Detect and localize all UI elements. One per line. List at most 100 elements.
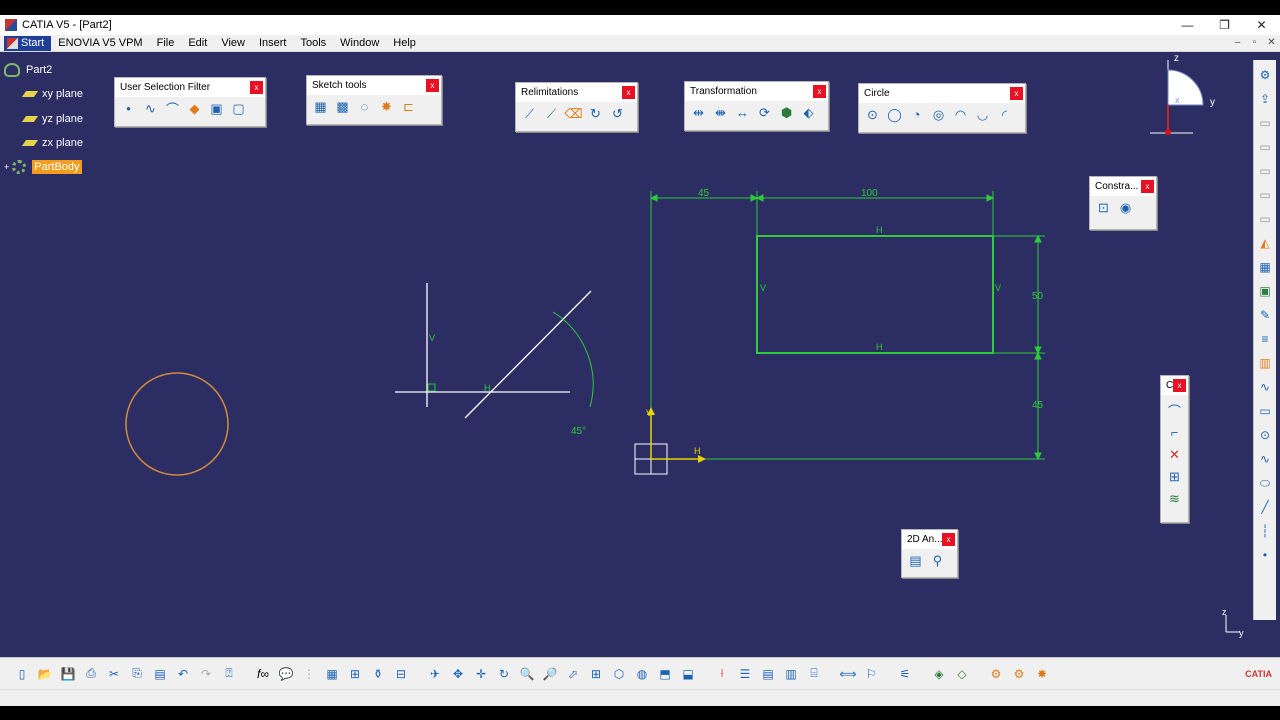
line-icon[interactable]: ╱ <box>1255 496 1275 518</box>
spline-icon[interactable]: ∿ <box>1255 448 1275 470</box>
tree-item-yz-plane[interactable]: yz plane <box>21 113 83 125</box>
circle-using-coordinates-icon[interactable]: ◔ <box>907 105 926 124</box>
fly-mode-icon[interactable]: ✈ <box>425 664 445 684</box>
construction-element-icon[interactable]: ◌ <box>355 97 374 116</box>
close-icon[interactable]: x <box>1173 379 1186 392</box>
sketch-plane-icon[interactable]: ▭ <box>1255 160 1275 182</box>
point-icon[interactable]: • <box>1255 544 1275 566</box>
volume-filter-icon[interactable]: ◆ <box>185 99 204 118</box>
normal-view-axis-icon[interactable]: ⟊ <box>712 664 732 684</box>
offset-icon[interactable]: ⬖ <box>799 103 818 122</box>
three-point-arc-icon[interactable]: ◠ <box>951 105 970 124</box>
symmetry-icon[interactable]: ⇼ <box>711 103 730 122</box>
workbench-icon[interactable]: ⚙ <box>1255 64 1275 86</box>
output-feature-icon[interactable]: ▭ <box>1255 184 1275 206</box>
sketch-icon[interactable]: ▭ <box>1255 112 1275 134</box>
visualization-icon[interactable]: ≡ <box>1255 328 1275 350</box>
tree-root[interactable]: Part2 <box>4 63 52 77</box>
feature-element-icon[interactable]: ▣ <box>207 99 226 118</box>
sketcher-list-icon[interactable]: ☰ <box>735 664 755 684</box>
close-icon[interactable]: x <box>942 533 955 546</box>
profile-feature-icon[interactable]: ▭ <box>1255 208 1275 230</box>
rectangle-icon[interactable]: ▭ <box>1255 400 1275 422</box>
three-point-arc-limits-icon[interactable]: ◡ <box>973 105 992 124</box>
swap-visible-space-icon[interactable]: ⬓ <box>678 664 698 684</box>
surface-filter-icon[interactable]: ⌒ <box>163 99 182 118</box>
circle-tool-icon[interactable]: ⊙ <box>1255 424 1275 446</box>
exit-workbench-icon[interactable]: ⇪ <box>1255 88 1275 110</box>
constraint-icon[interactable]: ◉ <box>1116 198 1135 217</box>
curve-filter-icon[interactable]: ∿ <box>141 99 160 118</box>
scale-icon[interactable]: ⬢ <box>777 103 796 122</box>
comment-icon[interactable]: 💬 <box>276 664 296 684</box>
arc-icon[interactable]: ◜ <box>995 105 1014 124</box>
law-icon[interactable]: ⚱ <box>368 664 388 684</box>
complement-icon[interactable]: ↺ <box>608 104 627 123</box>
print-icon[interactable]: ⎙ <box>81 664 101 684</box>
sketch-circle[interactable] <box>125 372 229 476</box>
close-icon[interactable]: x <box>1141 180 1154 193</box>
positioned-sketch-icon[interactable]: ▭ <box>1255 136 1275 158</box>
close-icon[interactable]: x <box>622 86 635 99</box>
quick-trim-icon[interactable]: ⌫ <box>564 104 583 123</box>
circle-icon[interactable]: ⊙ <box>863 105 882 124</box>
dimensional-constraints-icon[interactable]: ⊏ <box>399 97 418 116</box>
measure-item-icon[interactable]: ⚐ <box>861 664 881 684</box>
distance-icon[interactable]: ⟺ <box>838 664 858 684</box>
multi-view-icon[interactable]: ⊞ <box>586 664 606 684</box>
layer-icon[interactable]: ◈ <box>929 664 949 684</box>
fit-all-icon[interactable]: ✥ <box>448 664 468 684</box>
measure-icon[interactable]: ⌸ <box>804 664 824 684</box>
expand-icon[interactable]: + <box>4 162 9 172</box>
mirror-icon[interactable]: ⇹ <box>689 103 708 122</box>
angle-dimension[interactable]: 45° <box>571 426 586 437</box>
save-icon[interactable]: 💾 <box>58 664 78 684</box>
copy-icon[interactable]: ⎘ <box>127 664 147 684</box>
snap-to-point-icon[interactable]: ▩ <box>333 97 352 116</box>
geometry-element-icon[interactable]: ▢ <box>229 99 248 118</box>
geometric-constraints-icon[interactable]: ✸ <box>377 97 396 116</box>
close-arc-icon[interactable]: ↻ <box>586 104 605 123</box>
constraints-dialog-icon[interactable]: ⊡ <box>1094 198 1113 217</box>
paste-icon[interactable]: ▤ <box>150 664 170 684</box>
close-icon[interactable]: x <box>426 79 439 92</box>
silhouette-icon[interactable]: ≋ <box>1165 489 1184 508</box>
catalog-icon[interactable]: ⊞ <box>345 664 365 684</box>
close-icon[interactable]: x <box>250 81 263 94</box>
axis-icon[interactable]: ┆ <box>1255 520 1275 542</box>
point-filter-icon[interactable]: • <box>119 99 138 118</box>
macro-icon[interactable]: ⊟ <box>391 664 411 684</box>
tree-item-xy-plane[interactable]: xy plane <box>21 88 83 100</box>
shading-icon[interactable]: ◍ <box>632 664 652 684</box>
sketch-analysis-icon[interactable]: ▤ <box>906 551 925 570</box>
formula-icon[interactable]: f∞ <box>253 664 273 684</box>
sketch-rectangle[interactable] <box>756 235 994 354</box>
trim-icon[interactable]: ⟋ <box>542 104 561 123</box>
dimensions-toggle-icon[interactable]: ✸ <box>1032 664 1052 684</box>
rotate-view-icon[interactable]: ↻ <box>494 664 514 684</box>
intersection-icon[interactable]: ✕ <box>1165 445 1184 464</box>
tree-item-partbody[interactable]: + PartBody <box>4 160 82 174</box>
constraints-toggle-icon[interactable]: ⚙ <box>1009 664 1029 684</box>
pan-icon[interactable]: ✛ <box>471 664 491 684</box>
arc-tangent-icon[interactable]: ⌐ <box>1165 423 1184 442</box>
profile-icon[interactable]: ∿ <box>1255 376 1275 398</box>
tri-tangent-circle-icon[interactable]: ◎ <box>929 105 948 124</box>
tools-palette-icon[interactable]: ▥ <box>781 664 801 684</box>
tree-item-zx-plane[interactable]: zx plane <box>21 137 83 149</box>
angled-line[interactable] <box>464 290 592 419</box>
project-3d-elements-icon[interactable]: ⊞ <box>1165 467 1184 486</box>
zoom-in-icon[interactable]: 🔍 <box>517 664 537 684</box>
rotate-icon[interactable]: ⟳ <box>755 103 774 122</box>
close-icon[interactable]: x <box>813 85 826 98</box>
three-point-circle-icon[interactable]: ◯ <box>885 105 904 124</box>
open-file-icon[interactable]: 📂 <box>35 664 55 684</box>
ellipse-icon[interactable]: ⬭ <box>1255 472 1275 494</box>
zoom-out-icon[interactable]: 🔎 <box>540 664 560 684</box>
dimension-45-top[interactable]: 45 <box>698 188 710 199</box>
cut-part-icon[interactable]: ✎ <box>1255 304 1275 326</box>
design-table-icon[interactable]: ▦ <box>322 664 342 684</box>
dimension-45-right[interactable]: 45 <box>1032 400 1044 411</box>
constraint-profile-icon[interactable]: ◭ <box>1255 232 1275 254</box>
dimension-50[interactable]: 50 <box>1032 291 1044 302</box>
